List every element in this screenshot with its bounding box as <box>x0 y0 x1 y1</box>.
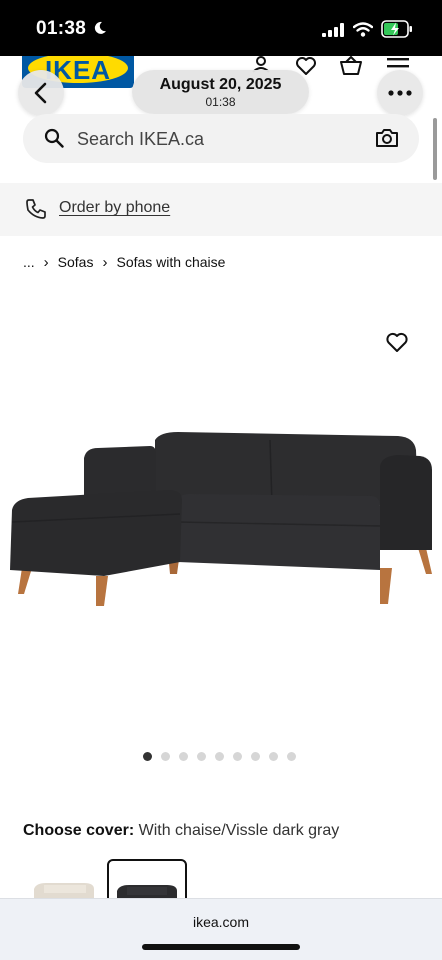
status-time: 01:38 <box>36 18 87 39</box>
date-label: August 20, 2025 <box>159 76 282 93</box>
signal-icon <box>322 23 344 37</box>
back-button[interactable] <box>18 70 64 116</box>
camera-icon[interactable] <box>375 127 399 149</box>
more-button[interactable] <box>377 70 423 116</box>
carousel-dot-active[interactable] <box>143 752 152 761</box>
breadcrumb: ... › Sofas › Sofas with chaise <box>23 252 225 272</box>
phone-icon <box>26 199 46 219</box>
carousel-dot[interactable] <box>197 752 206 761</box>
carousel-dot[interactable] <box>179 752 188 761</box>
battery-charging-icon <box>381 20 412 38</box>
carousel-dot[interactable] <box>215 752 224 761</box>
order-by-phone-bar: Order by phone <box>0 183 442 236</box>
home-indicator[interactable] <box>142 944 300 950</box>
breadcrumb-sofas-with-chaise[interactable]: Sofas with chaise <box>116 254 225 270</box>
heart-outline-icon[interactable] <box>385 331 409 355</box>
order-by-phone-link[interactable]: Order by phone <box>59 199 170 217</box>
search-icon <box>44 128 64 148</box>
search-input[interactable]: Search IKEA.ca <box>23 114 419 163</box>
carousel-dot[interactable] <box>251 752 260 761</box>
product-image[interactable] <box>0 300 442 740</box>
carousel-dot[interactable] <box>161 752 170 761</box>
cover-value: With chaise/Vissle dark gray <box>138 822 340 839</box>
carousel-dot[interactable] <box>233 752 242 761</box>
image-carousel-dots[interactable] <box>143 752 305 762</box>
carousel-dot[interactable] <box>269 752 278 761</box>
basket-icon[interactable] <box>339 56 363 80</box>
time-label: 01:38 <box>205 95 236 109</box>
breadcrumb-sofas[interactable]: Sofas <box>58 254 94 270</box>
search-placeholder: Search IKEA.ca <box>77 129 205 149</box>
cover-selection-label: Choose cover: With chaise/Vissle dark gr… <box>23 822 339 840</box>
moon-icon <box>94 21 106 34</box>
url-text[interactable]: ikea.com <box>0 914 442 930</box>
cover-title: Choose cover: <box>23 822 135 839</box>
carousel-dot[interactable] <box>287 752 296 761</box>
wifi-icon <box>353 22 373 37</box>
breadcrumb-ellipsis[interactable]: ... <box>23 254 35 270</box>
breadcrumb-separator-icon: › <box>43 253 49 271</box>
breadcrumb-separator-icon: › <box>102 253 108 271</box>
status-bar: 01:38 <box>0 0 442 56</box>
date-pill[interactable]: August 20, 2025 01:38 <box>132 70 309 114</box>
scrollbar-thumb[interactable] <box>433 118 437 180</box>
more-dots-icon <box>388 90 412 96</box>
browser-url-bar[interactable]: ikea.com <box>0 898 442 960</box>
chevron-left-icon <box>34 82 47 104</box>
